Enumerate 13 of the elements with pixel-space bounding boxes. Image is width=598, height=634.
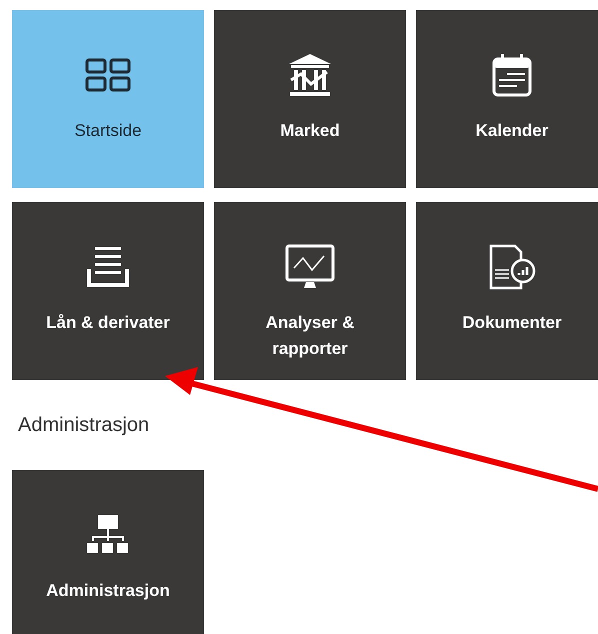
menu-tile[interactable]: Marked bbox=[214, 10, 406, 188]
calendar-icon bbox=[491, 52, 533, 98]
menu-tile[interactable]: Dokumenter bbox=[416, 202, 598, 380]
stack-tray-icon bbox=[85, 244, 131, 290]
menu-tile[interactable]: Lån & derivater bbox=[12, 202, 204, 380]
menu-tile[interactable]: Kalender bbox=[416, 10, 598, 188]
document-chart-icon bbox=[487, 244, 537, 290]
bank-chart-icon bbox=[287, 52, 333, 98]
section-heading: Administrasjon bbox=[18, 413, 150, 437]
menu-tile[interactable]: Administrasjon bbox=[12, 470, 204, 634]
monitor-chart-icon bbox=[285, 244, 335, 290]
menu-tile[interactable]: Startside bbox=[12, 10, 204, 188]
menu-tile[interactable]: Analyser & rapporter bbox=[214, 202, 406, 380]
